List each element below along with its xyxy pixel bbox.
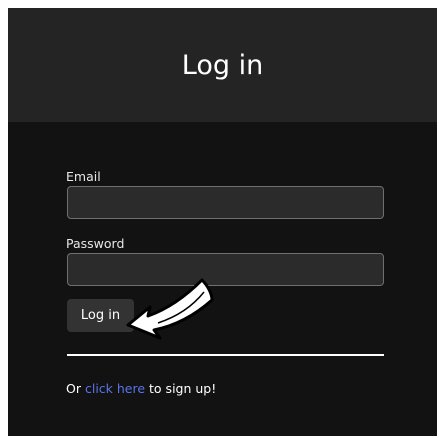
signup-link[interactable]: click here bbox=[85, 381, 145, 396]
signup-suffix: to sign up! bbox=[149, 381, 217, 396]
password-field[interactable] bbox=[67, 253, 384, 286]
login-button[interactable]: Log in bbox=[67, 299, 134, 332]
login-page: Log in Email Password Log in Or click he… bbox=[8, 8, 437, 436]
page-title: Log in bbox=[181, 50, 264, 81]
password-label: Password bbox=[66, 236, 125, 251]
email-field[interactable] bbox=[67, 186, 384, 219]
signup-prefix: Or bbox=[66, 381, 81, 396]
page-header: Log in bbox=[8, 8, 437, 122]
signup-prompt: Or click here to sign up! bbox=[66, 381, 216, 397]
email-label: Email bbox=[66, 169, 101, 184]
divider bbox=[67, 354, 384, 356]
